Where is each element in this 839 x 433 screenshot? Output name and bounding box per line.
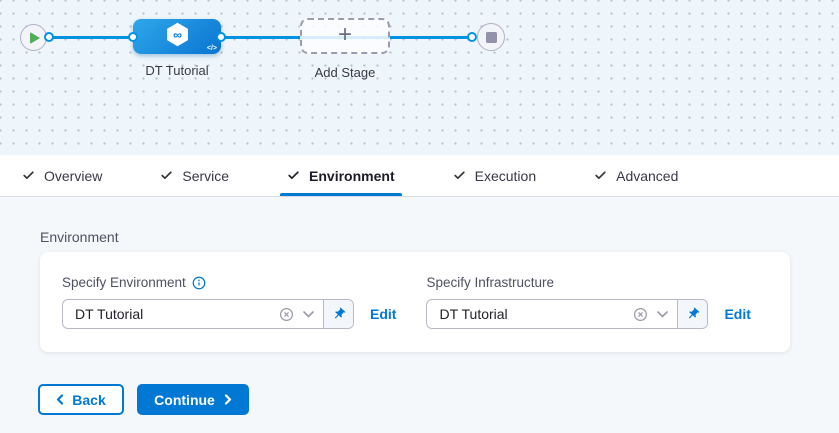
tab-label: Environment bbox=[309, 168, 395, 184]
plus-icon: + bbox=[338, 23, 352, 47]
connector-dot[interactable] bbox=[44, 32, 54, 42]
section-heading: Environment bbox=[40, 229, 119, 245]
check-icon bbox=[453, 169, 466, 182]
play-icon bbox=[30, 32, 40, 44]
tab-label: Service bbox=[182, 168, 229, 184]
check-icon bbox=[22, 169, 35, 182]
tab-overview[interactable]: Overview bbox=[22, 155, 102, 196]
infrastructure-edit-link[interactable]: Edit bbox=[724, 306, 750, 322]
pin-icon bbox=[332, 307, 346, 321]
infrastructure-select-value: DT Tutorial bbox=[439, 306, 624, 322]
back-button[interactable]: Back bbox=[38, 384, 124, 415]
pipeline-canvas[interactable]: ∞ </> DT Tutorial + Add Stage bbox=[0, 0, 839, 155]
stage-tabbar: Overview Service Environment Execution A… bbox=[0, 155, 839, 197]
clear-icon[interactable] bbox=[279, 307, 294, 322]
chevron-down-icon[interactable] bbox=[657, 311, 668, 318]
pipeline-stage-setup-screen: ∞ </> DT Tutorial + Add Stage Overview bbox=[0, 0, 839, 433]
stop-icon bbox=[486, 32, 497, 43]
connector-dot[interactable] bbox=[128, 32, 138, 42]
svg-text:∞: ∞ bbox=[173, 27, 182, 41]
infrastructure-field-label: Specify Infrastructure bbox=[426, 275, 554, 290]
pipeline-connector-line bbox=[49, 36, 472, 39]
info-icon[interactable] bbox=[192, 276, 206, 290]
pin-toggle[interactable] bbox=[323, 300, 353, 328]
add-stage-label: Add Stage bbox=[290, 65, 400, 80]
continue-button-label: Continue bbox=[154, 392, 215, 408]
pin-icon bbox=[686, 307, 700, 321]
tab-advanced[interactable]: Advanced bbox=[594, 155, 678, 196]
environment-select[interactable]: DT Tutorial bbox=[62, 299, 354, 329]
stage-node-label: DT Tutorial bbox=[123, 63, 231, 78]
connector-dot[interactable] bbox=[216, 32, 226, 42]
environment-field-label: Specify Environment bbox=[62, 275, 186, 290]
tab-label: Advanced bbox=[616, 168, 678, 184]
chevron-down-icon[interactable] bbox=[303, 311, 314, 318]
check-icon bbox=[594, 169, 607, 182]
pin-toggle[interactable] bbox=[677, 300, 707, 328]
connector-dot[interactable] bbox=[467, 32, 477, 42]
tab-execution[interactable]: Execution bbox=[453, 155, 536, 196]
check-icon bbox=[287, 169, 300, 182]
tab-label: Overview bbox=[44, 168, 102, 184]
pipeline-end-node bbox=[477, 23, 505, 51]
harness-cd-hexagon-icon: ∞ bbox=[164, 21, 191, 53]
environment-edit-link[interactable]: Edit bbox=[370, 306, 396, 322]
tab-environment[interactable]: Environment bbox=[287, 155, 395, 196]
add-stage-button[interactable]: + bbox=[300, 18, 390, 54]
stage-node-dt-tutorial[interactable]: ∞ </> bbox=[133, 19, 221, 54]
infrastructure-field-group: Specify Infrastructure DT Tutorial bbox=[426, 275, 750, 352]
environment-select-value: DT Tutorial bbox=[75, 306, 270, 322]
back-button-label: Back bbox=[72, 392, 105, 408]
environment-field-group: Specify Environment DT Tutorial bbox=[62, 275, 396, 352]
chevron-left-icon bbox=[56, 392, 64, 408]
tab-label: Execution bbox=[475, 168, 536, 184]
infrastructure-select[interactable]: DT Tutorial bbox=[426, 299, 708, 329]
tab-service[interactable]: Service bbox=[160, 155, 229, 196]
pipeline-start-node bbox=[20, 24, 47, 51]
check-icon bbox=[160, 169, 173, 182]
continue-button[interactable]: Continue bbox=[137, 384, 249, 415]
code-toggle-icon[interactable]: </> bbox=[207, 45, 217, 52]
chevron-right-icon bbox=[224, 392, 232, 408]
clear-icon[interactable] bbox=[633, 307, 648, 322]
environment-card: Specify Environment DT Tutorial bbox=[40, 252, 790, 352]
